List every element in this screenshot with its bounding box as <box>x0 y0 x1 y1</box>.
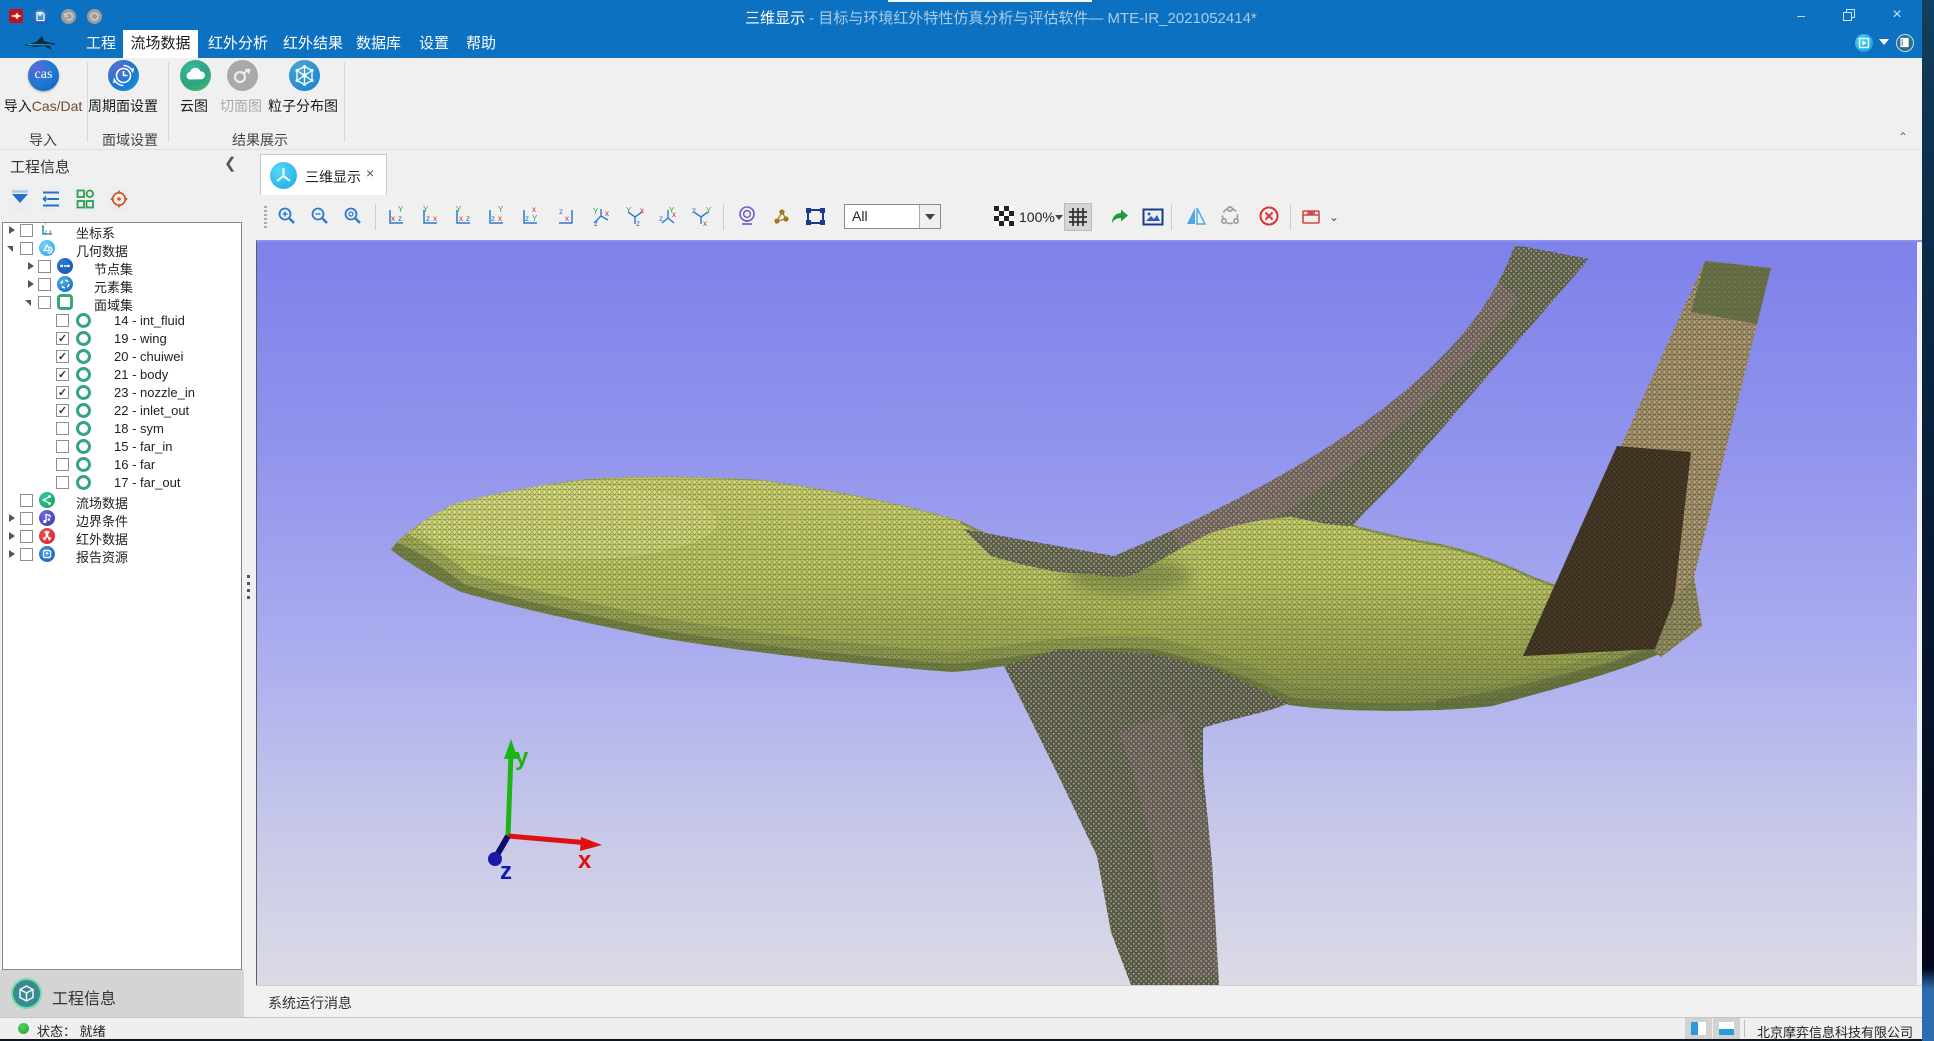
svg-text:x: x <box>459 214 463 223</box>
svg-text:x: x <box>565 214 569 223</box>
svg-text:x: x <box>49 230 52 236</box>
svg-text:z: z <box>398 214 402 223</box>
svg-text:x: x <box>640 206 644 215</box>
svg-text:z: z <box>466 214 470 223</box>
svg-text:z: z <box>692 206 696 215</box>
svg-text:z: z <box>659 214 663 223</box>
svg-text:x: x <box>433 214 437 223</box>
svg-text:Y: Y <box>706 206 712 215</box>
svg-text:y: y <box>515 744 529 771</box>
svg-text:Y: Y <box>593 207 599 216</box>
svg-text:z: z <box>500 858 512 885</box>
svg-text:z: z <box>491 214 495 223</box>
svg-text:x: x <box>672 210 676 219</box>
svg-text:z: z <box>636 219 640 228</box>
svg-text:z: z <box>559 207 563 216</box>
svg-text:Y: Y <box>626 206 632 215</box>
svg-text:x: x <box>391 214 395 223</box>
svg-text:z: z <box>525 214 529 223</box>
svg-text:z: z <box>426 214 430 223</box>
svg-text:Y: Y <box>44 222 48 227</box>
svg-text:x: x <box>605 209 609 218</box>
svg-text:x: x <box>532 205 536 214</box>
svg-text:Y: Y <box>456 205 462 214</box>
svg-text:Y: Y <box>532 214 538 223</box>
svg-text:Y: Y <box>398 205 404 214</box>
svg-text:z: z <box>44 230 47 236</box>
svg-text:x: x <box>578 847 592 874</box>
svg-text:Y: Y <box>423 205 429 214</box>
svg-text:Y: Y <box>498 205 504 214</box>
svg-text:x: x <box>498 214 502 223</box>
svg-text:z: z <box>594 219 598 228</box>
svg-text:x: x <box>703 219 707 228</box>
